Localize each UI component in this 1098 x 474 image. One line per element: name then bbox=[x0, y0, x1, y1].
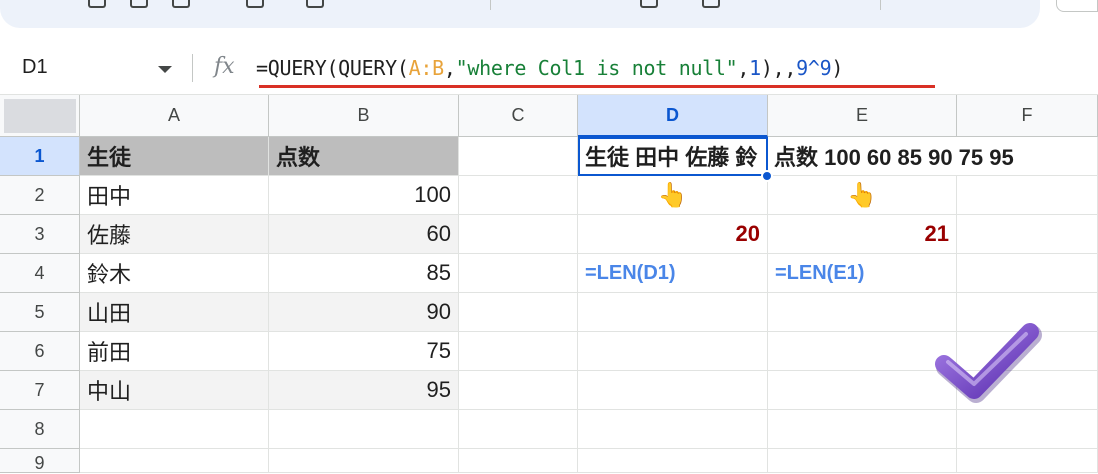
cell-c1[interactable] bbox=[459, 137, 578, 176]
formula-number: 1 bbox=[749, 56, 761, 80]
cell-b6[interactable]: 75 bbox=[269, 332, 459, 371]
cell-c5[interactable] bbox=[459, 293, 578, 332]
toolbar bbox=[0, 0, 1098, 42]
cell-c3[interactable] bbox=[459, 215, 578, 254]
paint-format-icon[interactable] bbox=[246, 0, 264, 8]
cell-b5[interactable]: 90 bbox=[269, 293, 459, 332]
cell-a1[interactable]: 生徒 bbox=[80, 137, 269, 176]
cell-d6[interactable] bbox=[578, 332, 768, 371]
cell-e5[interactable] bbox=[768, 293, 957, 332]
cell-d3[interactable]: 20 bbox=[578, 215, 768, 254]
cell-a8[interactable] bbox=[80, 410, 269, 449]
cell-d5[interactable] bbox=[578, 293, 768, 332]
formula-input[interactable]: =QUERY(QUERY(A:B,"where Col1 is not null… bbox=[256, 56, 843, 80]
formula-highlight-underline bbox=[259, 85, 935, 88]
arrow-left-icon[interactable] bbox=[640, 0, 658, 8]
select-all-corner[interactable] bbox=[0, 95, 80, 137]
cell-d7[interactable] bbox=[578, 371, 768, 410]
name-box[interactable]: D1 bbox=[22, 56, 48, 79]
cell-d9[interactable] bbox=[578, 449, 768, 473]
row-header-6[interactable]: 6 bbox=[0, 332, 80, 371]
cell-e7[interactable] bbox=[768, 371, 957, 410]
cell-a3[interactable]: 佐藤 bbox=[80, 215, 269, 254]
cell-c2[interactable] bbox=[459, 176, 578, 215]
row-header-7[interactable]: 7 bbox=[0, 371, 80, 410]
corner-fill bbox=[4, 99, 76, 133]
cell-b4[interactable]: 85 bbox=[269, 254, 459, 293]
cell-a4[interactable]: 鈴木 bbox=[80, 254, 269, 293]
column-header-f[interactable]: F bbox=[957, 95, 1098, 137]
cell-a9[interactable] bbox=[80, 449, 269, 473]
row-header-4[interactable]: 4 bbox=[0, 254, 80, 293]
fx-icon: fx bbox=[214, 54, 235, 79]
row-header-9[interactable]: 9 bbox=[0, 449, 80, 473]
formula-part: , bbox=[737, 56, 750, 80]
cell-f9[interactable] bbox=[957, 449, 1098, 473]
pointing-up-hand-icon: 👆 bbox=[768, 176, 957, 215]
cell-f3[interactable] bbox=[957, 215, 1098, 254]
toolbar-divider bbox=[880, 0, 881, 10]
cell-b9[interactable] bbox=[269, 449, 459, 473]
cell-c8[interactable] bbox=[459, 410, 578, 449]
cell-b1[interactable]: 点数 bbox=[269, 137, 459, 176]
column-header-b[interactable]: B bbox=[269, 95, 459, 137]
formula-bar-divider bbox=[192, 54, 193, 82]
cell-c4[interactable] bbox=[459, 254, 578, 293]
cell-e4[interactable]: =LEN(E1) bbox=[768, 254, 957, 293]
toolbar-divider bbox=[490, 0, 491, 10]
zoom-icon[interactable] bbox=[306, 0, 324, 8]
pointing-up-hand-icon: 👆 bbox=[578, 176, 768, 215]
cell-e6[interactable] bbox=[768, 332, 957, 371]
cell-b7[interactable]: 95 bbox=[269, 371, 459, 410]
cell-a2[interactable]: 田中 bbox=[80, 176, 269, 215]
checkmark-icon bbox=[935, 323, 1042, 403]
fill-handle[interactable] bbox=[761, 170, 773, 182]
formula-part: ) bbox=[831, 56, 844, 80]
cell-f8[interactable] bbox=[957, 410, 1098, 449]
toolbar-strip bbox=[0, 0, 1040, 28]
cell-d8[interactable] bbox=[578, 410, 768, 449]
cell-d4[interactable]: =LEN(D1) bbox=[578, 254, 768, 293]
cell-f4[interactable] bbox=[957, 254, 1098, 293]
cell-a6[interactable]: 前田 bbox=[80, 332, 269, 371]
cell-e9[interactable] bbox=[768, 449, 957, 473]
cell-a5[interactable]: 山田 bbox=[80, 293, 269, 332]
cell-d1[interactable]: 生徒 田中 佐藤 鈴 bbox=[578, 137, 768, 176]
cell-e8[interactable] bbox=[768, 410, 957, 449]
cell-e1[interactable]: 点数 100 60 85 90 75 95 bbox=[768, 137, 1014, 176]
spreadsheet-grid: A B C D E F 1 2 3 4 5 6 7 8 9 生徒 点数 生徒 田… bbox=[0, 95, 1098, 473]
cell-a7[interactable]: 中山 bbox=[80, 371, 269, 410]
formula-part: , bbox=[443, 56, 456, 80]
formula-part: =QUERY(QUERY( bbox=[256, 56, 409, 80]
row-header-2[interactable]: 2 bbox=[0, 176, 80, 215]
cell-c9[interactable] bbox=[459, 449, 578, 473]
formula-bar: D1 fx =QUERY(QUERY(A:B,"where Col1 is no… bbox=[0, 42, 1098, 95]
column-header-c[interactable]: C bbox=[459, 95, 578, 137]
print-icon[interactable] bbox=[172, 0, 190, 8]
arrow-right-icon[interactable] bbox=[702, 0, 720, 8]
formula-part: ),, bbox=[760, 56, 797, 80]
cell-f2[interactable] bbox=[957, 176, 1098, 215]
column-header-a[interactable]: A bbox=[80, 95, 269, 137]
formula-string: "where Col1 is not null" bbox=[455, 56, 738, 80]
cell-b3[interactable]: 60 bbox=[269, 215, 459, 254]
chevron-down-icon[interactable] bbox=[158, 66, 172, 73]
undo-icon[interactable] bbox=[88, 0, 106, 8]
formula-range: A:B bbox=[408, 56, 445, 80]
cell-e3[interactable]: 21 bbox=[768, 215, 957, 254]
row-header-3[interactable]: 3 bbox=[0, 215, 80, 254]
cell-c6[interactable] bbox=[459, 332, 578, 371]
cell-c7[interactable] bbox=[459, 371, 578, 410]
column-header-e[interactable]: E bbox=[768, 95, 957, 137]
redo-icon[interactable] bbox=[130, 0, 148, 8]
cell-f1[interactable] bbox=[957, 137, 1098, 176]
row-header-1[interactable]: 1 bbox=[0, 137, 80, 176]
row-header-5[interactable]: 5 bbox=[0, 293, 80, 332]
row-header-8[interactable]: 8 bbox=[0, 410, 80, 449]
formula-number: 9^9 bbox=[796, 56, 832, 80]
cell-b2[interactable]: 100 bbox=[269, 176, 459, 215]
cell-b8[interactable] bbox=[269, 410, 459, 449]
toolbar-more-button[interactable] bbox=[1056, 0, 1098, 12]
column-header-d[interactable]: D bbox=[578, 95, 768, 137]
